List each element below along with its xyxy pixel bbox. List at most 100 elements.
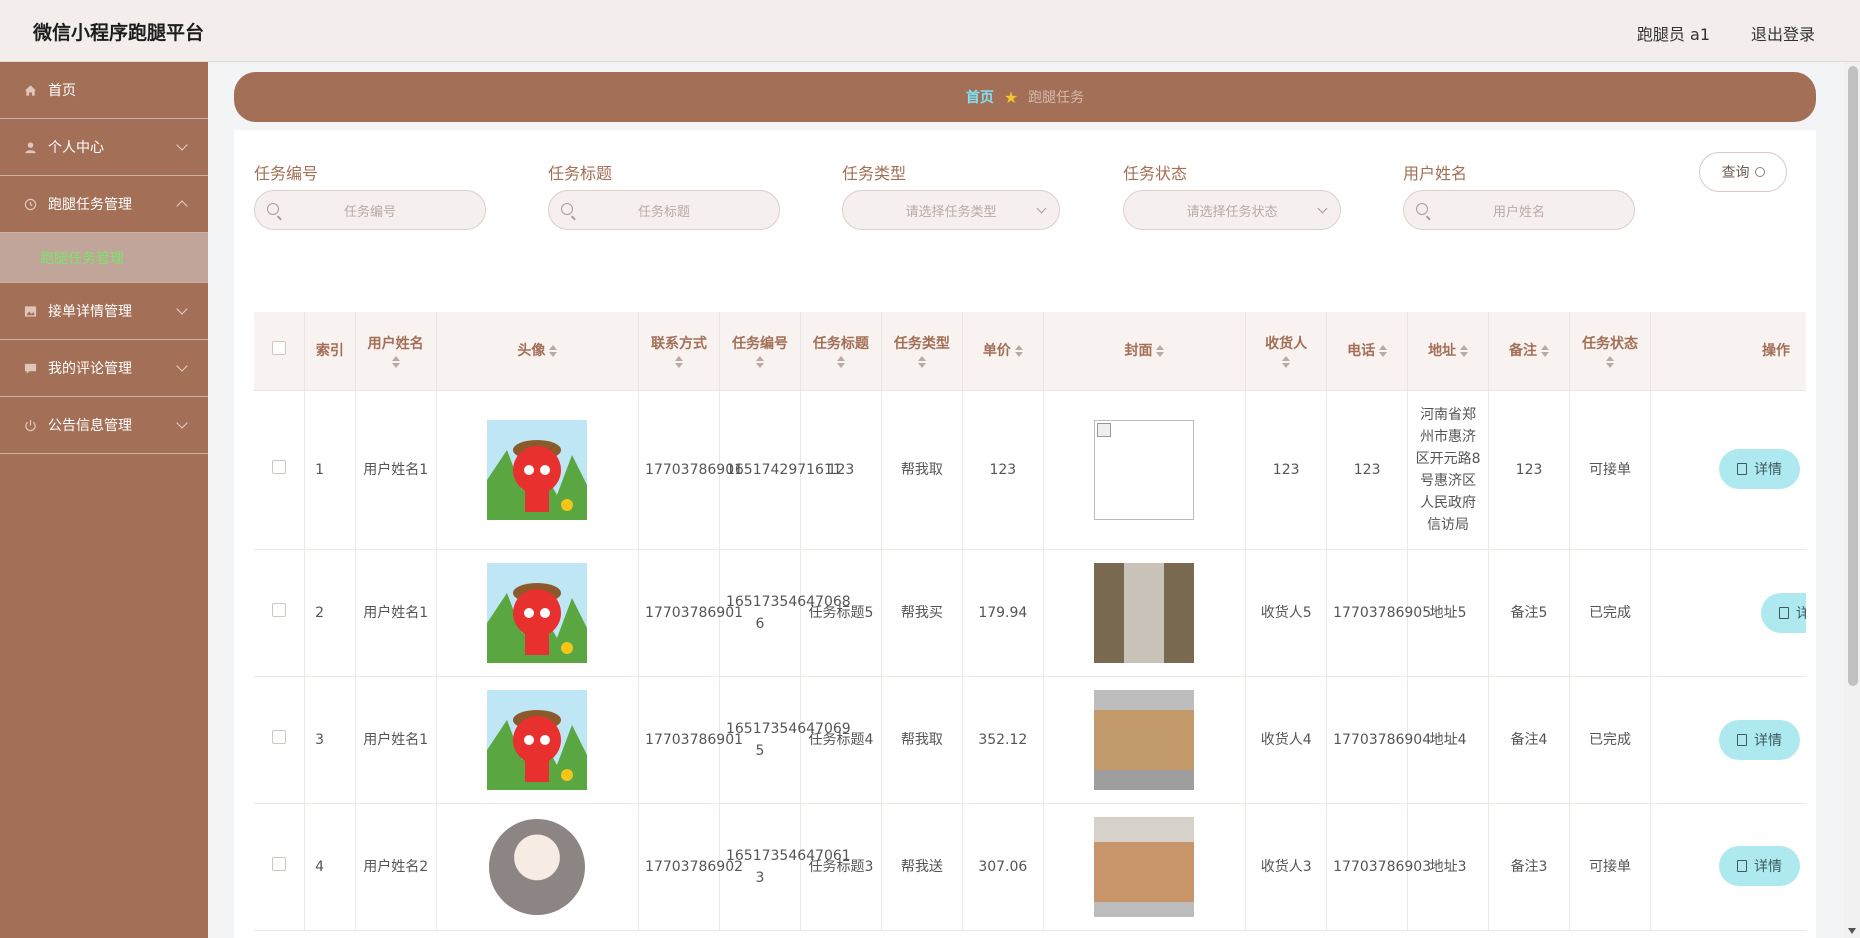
cell-address: 河南省郑州市惠济区开元路8号惠济区人民政府信访局 — [1407, 390, 1490, 550]
header-status[interactable]: 任务状态 — [1569, 312, 1651, 391]
cell-actions: 详情 — [1650, 803, 1806, 931]
detail-button[interactable]: 详情 — [1718, 719, 1800, 760]
sort-icon[interactable] — [549, 344, 558, 357]
breadcrumb-home[interactable]: 首页 — [966, 87, 994, 107]
sort-icon[interactable] — [1282, 355, 1291, 368]
sort-icon[interactable] — [836, 355, 845, 368]
cell-remark: 123 — [1488, 390, 1570, 550]
detail-label: 详情 — [1753, 460, 1782, 477]
task-table-container[interactable]: 索引 用户姓名 头像 联系方式 任务编号 任务标题 任务类型 单价 封面 收货人… — [254, 312, 1806, 938]
table-row: 4 用户姓名2 17703786902 16517354647061 3 任务标… — [254, 803, 1806, 931]
document-icon — [1736, 462, 1747, 475]
detail-button[interactable]: 详情 — [1760, 592, 1806, 633]
task-status-select[interactable]: 请选择任务状态 — [1123, 190, 1341, 230]
header-task-no[interactable]: 任务编号 — [719, 312, 801, 391]
sidebar-item-my-comments[interactable]: 我的评论管理 — [0, 340, 208, 397]
cell-username: 用户姓名1 — [355, 676, 437, 804]
sidebar-subitem-label: 跑腿任务管理 — [40, 250, 124, 267]
header-label: 用户姓名 — [367, 335, 424, 352]
sidebar-item-task-management[interactable]: 跑腿任务管理 — [0, 176, 208, 233]
sort-icon[interactable] — [755, 355, 764, 368]
cell-cover — [1043, 803, 1247, 931]
sort-icon[interactable] — [675, 355, 683, 368]
username-input[interactable]: 用户姓名 — [1403, 190, 1635, 230]
scroll-down-arrow-icon[interactable] — [1848, 928, 1856, 934]
cell-avatar — [436, 390, 640, 550]
row-select-cell — [254, 549, 306, 677]
row-select-cell — [254, 390, 306, 550]
header-task-type[interactable]: 任务类型 — [881, 312, 963, 391]
sidebar-item-order-details[interactable]: 接单详情管理 — [0, 283, 208, 340]
header-address[interactable]: 地址 — [1407, 312, 1490, 391]
cover-image — [1094, 816, 1195, 917]
breadcrumb-current: 跑腿任务 — [1028, 90, 1085, 106]
sidebar-item-announcements[interactable]: 公告信息管理 — [0, 397, 208, 454]
chevron-up-icon — [176, 200, 188, 212]
chevron-down-icon — [176, 360, 188, 372]
header-label: 任务编号 — [731, 335, 788, 352]
header-phone[interactable]: 联系方式 — [638, 312, 720, 391]
select-all-checkbox[interactable] — [272, 340, 287, 355]
header-task-title[interactable]: 任务标题 — [800, 312, 882, 391]
avatar — [487, 562, 588, 663]
header-label: 任务状态 — [1581, 335, 1638, 352]
header-tel[interactable]: 电话 — [1326, 312, 1409, 391]
cell-task-type: 帮我送 — [881, 803, 963, 931]
chevron-down-icon — [176, 417, 188, 429]
task-type-select[interactable]: 请选择任务类型 — [842, 190, 1060, 230]
cell-remark: 备注3 — [1488, 803, 1570, 931]
cell-index: 2 — [304, 549, 356, 677]
table-row: 3 用户姓名1 17703786901 16517354647069 5 任务标… — [254, 676, 1806, 804]
header-index: 索引 — [304, 312, 356, 391]
row-select-cell — [254, 803, 306, 931]
header-actions: 操作 — [1650, 312, 1806, 391]
cell-price: 352.12 — [962, 676, 1044, 804]
header-remark[interactable]: 备注 — [1488, 312, 1570, 391]
detail-button[interactable]: 详情 — [1718, 845, 1800, 886]
row-checkbox[interactable] — [272, 602, 287, 617]
header-price[interactable]: 单价 — [962, 312, 1044, 391]
cover-image — [1094, 689, 1195, 790]
header-label: 收货人 — [1265, 335, 1308, 352]
sort-icon[interactable] — [1014, 344, 1023, 357]
cell-phone: 17703786902 — [638, 803, 743, 931]
sort-icon[interactable] — [917, 355, 926, 368]
app-title: 微信小程序跑腿平台 — [33, 22, 205, 44]
scrollbar-thumb[interactable] — [1848, 66, 1858, 686]
sort-icon[interactable] — [1379, 344, 1388, 357]
row-checkbox[interactable] — [272, 729, 287, 744]
vertical-scrollbar[interactable] — [1844, 62, 1860, 938]
cell-index: 3 — [304, 676, 356, 804]
cover-image — [1094, 562, 1195, 663]
row-checkbox[interactable] — [272, 459, 287, 474]
sidebar-item-profile[interactable]: 个人中心 — [0, 119, 208, 176]
sort-icon[interactable] — [391, 355, 400, 368]
header-label: 任务类型 — [893, 335, 950, 352]
cell-receiver: 收货人5 — [1245, 549, 1328, 677]
detail-button[interactable]: 详情 — [1718, 448, 1800, 489]
sort-icon[interactable] — [1460, 344, 1469, 357]
sort-icon[interactable] — [1156, 344, 1165, 357]
cell-task-title: 任务标题3 — [800, 803, 882, 931]
task-no-input[interactable]: 任务编号 — [254, 190, 486, 230]
cell-actions: 详情 — [1650, 549, 1806, 677]
query-button[interactable]: 查询 — [1699, 152, 1787, 192]
header-receiver[interactable]: 收货人 — [1245, 312, 1328, 391]
detail-label: 详情 — [1753, 857, 1782, 874]
cell-cover — [1043, 676, 1247, 804]
header-label: 单价 — [982, 342, 1011, 359]
cell-phone: 17703786901 — [638, 390, 743, 550]
sort-icon[interactable] — [1605, 355, 1614, 368]
header-avatar[interactable]: 头像 — [436, 312, 640, 391]
task-title-input[interactable]: 任务标题 — [548, 190, 780, 230]
sort-icon[interactable] — [1541, 344, 1550, 357]
sidebar-subitem-task-management[interactable]: 跑腿任务管理 — [0, 233, 208, 283]
star-icon: ★ — [1003, 87, 1019, 107]
logout-link[interactable]: 退出登录 — [1751, 21, 1815, 45]
row-checkbox[interactable] — [272, 856, 287, 871]
header-username[interactable]: 用户姓名 — [355, 312, 437, 391]
sidebar-item-home[interactable]: 首页 — [0, 62, 208, 119]
header-cover[interactable]: 封面 — [1043, 312, 1247, 391]
cell-receiver: 收货人4 — [1245, 676, 1328, 804]
sidebar-item-label: 我的评论管理 — [48, 361, 132, 377]
